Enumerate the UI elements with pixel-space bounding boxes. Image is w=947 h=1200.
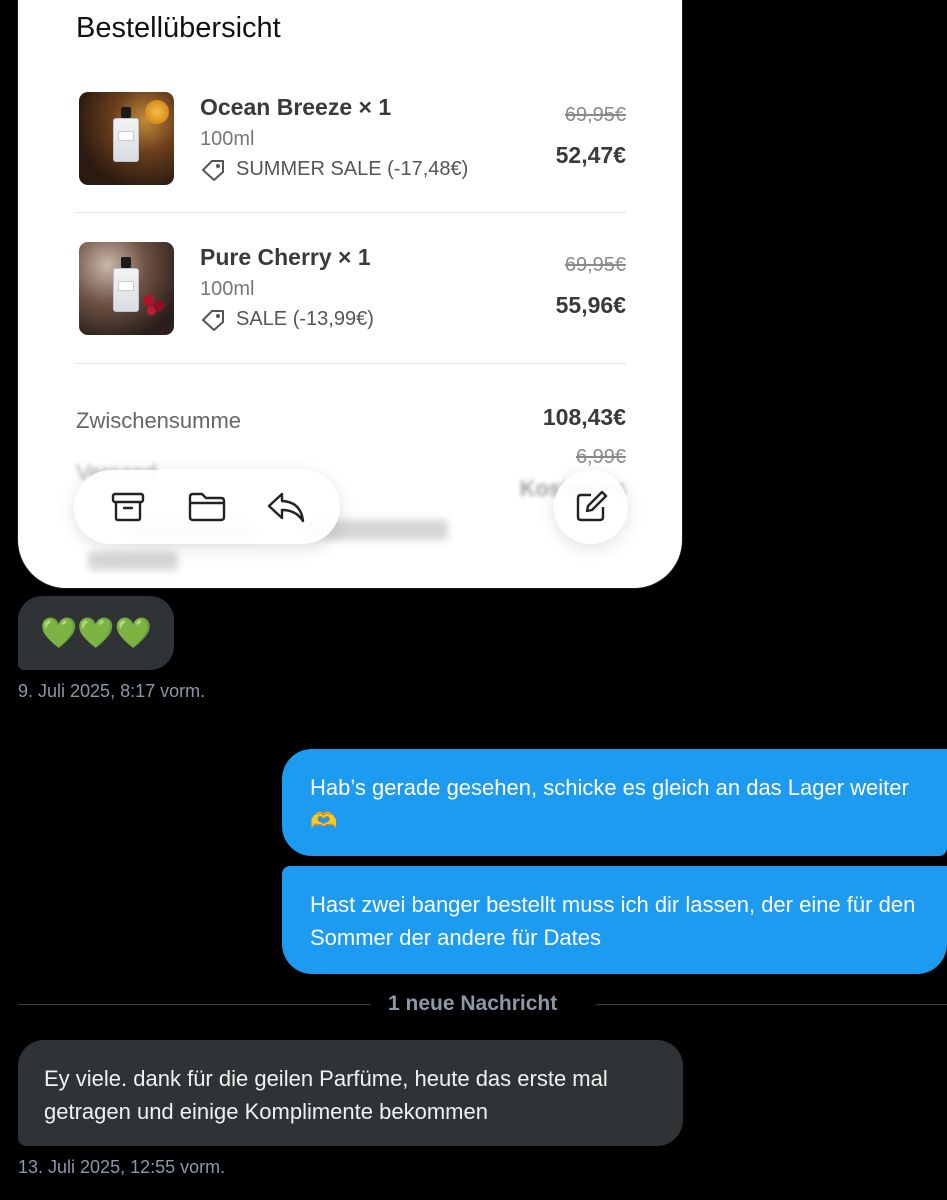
incoming-message[interactable]: Ey viele. dank für die geilen Parfüme, h… xyxy=(18,1040,683,1146)
order-screenshot-card[interactable]: Bestellübersicht Ocean Breeze × 1 100ml … xyxy=(18,0,682,588)
item-discount: SALE (-13,99€) xyxy=(200,308,374,331)
message-timestamp: 9. Juli 2025, 8:17 vorm. xyxy=(18,681,206,701)
message-timestamp: 13. Juli 2025, 12:55 vorm. xyxy=(18,1157,226,1177)
incoming-message-hearts[interactable]: 💚💚💚 xyxy=(18,596,174,670)
item-size: 100ml xyxy=(200,278,255,300)
move-to-folder-button[interactable] xyxy=(182,482,232,532)
item-discount-label: SALE (-13,99€) xyxy=(236,308,374,330)
divider xyxy=(76,363,626,364)
tag-icon xyxy=(202,159,224,181)
item-price-new: 55,96€ xyxy=(555,292,626,318)
order-summary-title: Bestellübersicht xyxy=(76,12,281,44)
subtotal-value: 108,43€ xyxy=(542,404,626,430)
item-price-old: 69,95€ xyxy=(564,104,626,126)
archive-icon xyxy=(111,492,144,522)
item-price-old: 69,95€ xyxy=(564,254,626,276)
item-discount-label: SUMMER SALE (-17,48€) xyxy=(236,158,469,180)
new-message-divider: 1 neue Nachricht xyxy=(18,990,947,1020)
message-text: Hast zwei banger bestellt muss ich dir l… xyxy=(310,892,916,950)
item-discount: SUMMER SALE (-17,48€) xyxy=(200,158,468,181)
message-text: Ey viele. dank für die geilen Parfüme, h… xyxy=(44,1066,608,1124)
item-size: 100ml xyxy=(200,128,255,150)
tag-icon xyxy=(202,309,224,331)
new-message-label: 1 neue Nachricht xyxy=(388,992,558,1015)
divider xyxy=(76,212,626,213)
mail-toolbar xyxy=(74,470,340,544)
product-image xyxy=(79,92,174,185)
outgoing-message[interactable]: Hab’s gerade gesehen, schicke es gleich … xyxy=(282,749,947,856)
folder-icon xyxy=(188,492,226,522)
item-name: Pure Cherry × 1 xyxy=(200,244,371,270)
archive-button[interactable] xyxy=(103,482,153,532)
reply-button[interactable] xyxy=(261,482,311,532)
hearts-text: 💚💚💚 xyxy=(39,616,153,650)
compose-button[interactable] xyxy=(554,470,628,544)
item-price-new: 52,47€ xyxy=(555,142,626,168)
shipping-price-old: 6,99€ xyxy=(575,446,626,468)
item-name: Ocean Breeze × 1 xyxy=(200,94,392,120)
product-image xyxy=(79,242,174,335)
divider-line xyxy=(596,1004,947,1005)
subtotal-label: Zwischensumme xyxy=(76,408,242,433)
order-item: Ocean Breeze × 1 100ml SUMMER SALE (-17,… xyxy=(76,90,626,190)
divider-line xyxy=(18,1004,370,1005)
message-text: Hab’s gerade gesehen, schicke es gleich … xyxy=(310,775,909,833)
order-item: Pure Cherry × 1 100ml SALE (-13,99€) 69,… xyxy=(76,240,626,340)
blurred-text xyxy=(88,552,178,570)
outgoing-message[interactable]: Hast zwei banger bestellt muss ich dir l… xyxy=(282,866,947,974)
compose-icon xyxy=(576,490,608,522)
reply-icon xyxy=(268,492,305,523)
